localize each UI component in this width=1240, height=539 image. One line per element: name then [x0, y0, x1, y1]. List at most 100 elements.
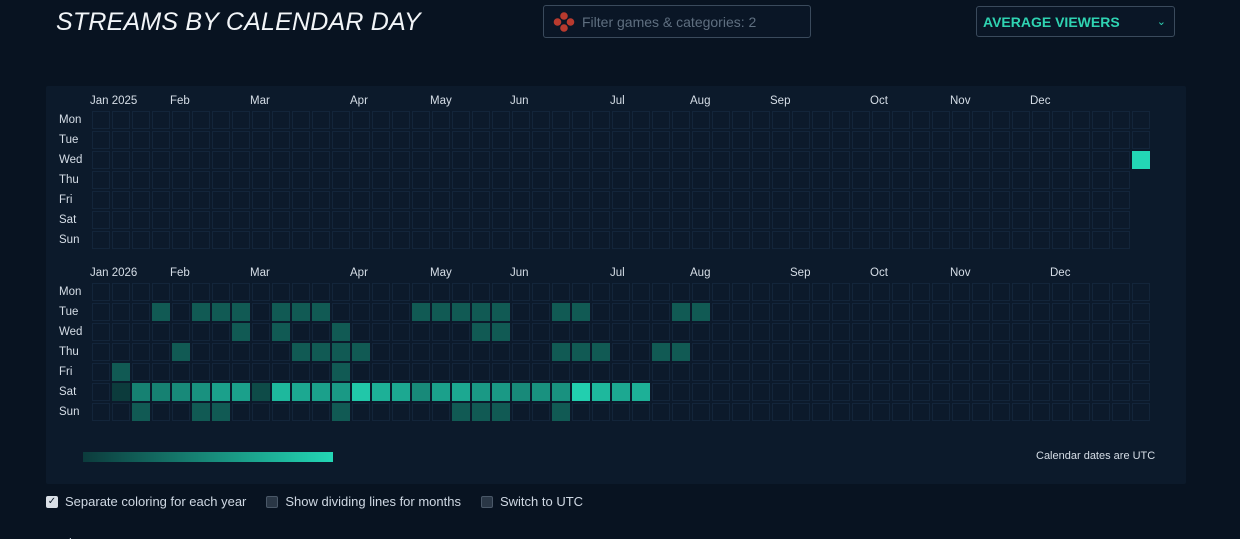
calendar-day-cell[interactable]	[592, 343, 610, 361]
calendar-day-cell[interactable]	[472, 303, 490, 321]
calendar-day-cell[interactable]	[252, 383, 270, 401]
calendar-day-cell[interactable]	[312, 383, 330, 401]
calendar-day-cell[interactable]	[512, 383, 530, 401]
calendar-day-cell[interactable]	[292, 343, 310, 361]
calendar-day-cell[interactable]	[632, 383, 650, 401]
calendar-day-cell[interactable]	[412, 383, 430, 401]
calendar-day-cell[interactable]	[152, 303, 170, 321]
metric-dropdown[interactable]: AVERAGE VIEWERS ⌄	[976, 6, 1175, 37]
calendar-day-cell[interactable]	[332, 343, 350, 361]
calendar-day-cell[interactable]	[472, 383, 490, 401]
calendar-day-cell[interactable]	[552, 403, 570, 421]
calendar-day-cell[interactable]	[272, 383, 290, 401]
calendar-day-cell[interactable]	[552, 383, 570, 401]
calendar-day-cell	[252, 131, 270, 149]
calendar-day-cell[interactable]	[492, 383, 510, 401]
calendar-day-cell	[592, 323, 610, 341]
calendar-day-cell[interactable]	[492, 403, 510, 421]
calendar-day-cell	[272, 131, 290, 149]
calendar-day-cell	[572, 111, 590, 129]
calendar-day-cell[interactable]	[312, 303, 330, 321]
calendar-day-cell	[472, 343, 490, 361]
calendar-day-cell	[892, 343, 910, 361]
calendar-day-cell[interactable]	[112, 383, 130, 401]
calendar-day-cell[interactable]	[232, 303, 250, 321]
calendar-day-cell[interactable]	[212, 303, 230, 321]
calendar-day-cell[interactable]	[432, 383, 450, 401]
calendar-day-cell[interactable]	[672, 343, 690, 361]
calendar-day-cell[interactable]	[492, 323, 510, 341]
calendar-day-cell	[912, 131, 930, 149]
calendar-day-cell[interactable]	[192, 383, 210, 401]
calendar-day-cell[interactable]	[592, 383, 610, 401]
calendar-day-cell	[612, 323, 630, 341]
calendar-day-cell[interactable]	[452, 383, 470, 401]
calendar-day-cell[interactable]	[452, 303, 470, 321]
calendar-day-cell[interactable]	[332, 403, 350, 421]
calendar-day-cell[interactable]	[552, 303, 570, 321]
calendar-day-cell[interactable]	[292, 383, 310, 401]
calendar-day-cell[interactable]	[652, 343, 670, 361]
calendar-day-cell[interactable]	[172, 343, 190, 361]
calendar-day-cell[interactable]	[392, 383, 410, 401]
calendar-day-cell	[252, 171, 270, 189]
checkbox-switch-utc[interactable]	[480, 495, 493, 508]
calendar-day-cell[interactable]	[572, 383, 590, 401]
calendar-day-cell[interactable]	[212, 403, 230, 421]
calendar-day-cell	[1092, 191, 1110, 209]
calendar-day-cell[interactable]	[192, 303, 210, 321]
calendar-day-cell[interactable]	[672, 303, 690, 321]
calendar-day-cell[interactable]	[472, 403, 490, 421]
calendar-day-cell	[352, 323, 370, 341]
calendar-day-cell[interactable]	[552, 343, 570, 361]
game-filter[interactable]	[543, 5, 811, 38]
calendar-day-cell	[952, 131, 970, 149]
calendar-day-cell	[472, 211, 490, 229]
calendar-day-cell[interactable]	[612, 383, 630, 401]
calendar-day-cell[interactable]	[332, 383, 350, 401]
calendar-day-cell	[572, 191, 590, 209]
option-label: Show dividing lines for months	[285, 494, 461, 509]
calendar-day-cell[interactable]	[412, 303, 430, 321]
calendar-day-cell[interactable]	[192, 403, 210, 421]
calendar-day-cell[interactable]	[352, 343, 370, 361]
filter-input[interactable]	[582, 13, 810, 30]
calendar-day-cell[interactable]	[452, 403, 470, 421]
calendar-day-cell[interactable]	[152, 383, 170, 401]
calendar-day-cell[interactable]	[532, 383, 550, 401]
calendar-day-cell[interactable]	[352, 383, 370, 401]
calendar-day-cell[interactable]	[272, 303, 290, 321]
calendar-day-cell[interactable]	[232, 383, 250, 401]
calendar-day-cell[interactable]	[272, 323, 290, 341]
calendar-day-cell	[712, 151, 730, 169]
checkbox-month-lines[interactable]	[266, 495, 279, 508]
calendar-day-cell[interactable]	[372, 383, 390, 401]
option-month-lines[interactable]: Show dividing lines for months	[266, 494, 461, 509]
calendar-day-cell	[312, 111, 330, 129]
option-separate-coloring[interactable]: ✓ Separate coloring for each year	[46, 494, 246, 509]
calendar-day-cell	[1012, 171, 1030, 189]
calendar-day-cell[interactable]	[572, 303, 590, 321]
calendar-day-cell[interactable]	[492, 303, 510, 321]
calendar-day-cell	[1012, 211, 1030, 229]
calendar-day-cell	[92, 151, 110, 169]
calendar-day-cell[interactable]	[332, 323, 350, 341]
calendar-day-cell[interactable]	[212, 383, 230, 401]
calendar-day-cell[interactable]	[472, 323, 490, 341]
calendar-day-cell[interactable]	[572, 343, 590, 361]
calendar-day-cell[interactable]	[132, 403, 150, 421]
calendar-day-cell[interactable]	[1132, 151, 1150, 169]
calendar-day-cell	[212, 111, 230, 129]
calendar-day-cell[interactable]	[312, 343, 330, 361]
calendar-day-cell[interactable]	[692, 303, 710, 321]
checkbox-separate-coloring[interactable]: ✓	[46, 495, 58, 508]
calendar-day-cell[interactable]	[112, 363, 130, 381]
calendar-day-cell	[272, 151, 290, 169]
calendar-day-cell[interactable]	[432, 303, 450, 321]
calendar-day-cell[interactable]	[332, 363, 350, 381]
calendar-day-cell[interactable]	[132, 383, 150, 401]
option-switch-utc[interactable]: Switch to UTC	[480, 494, 583, 509]
calendar-day-cell[interactable]	[172, 383, 190, 401]
calendar-day-cell[interactable]	[232, 323, 250, 341]
calendar-day-cell[interactable]	[292, 303, 310, 321]
